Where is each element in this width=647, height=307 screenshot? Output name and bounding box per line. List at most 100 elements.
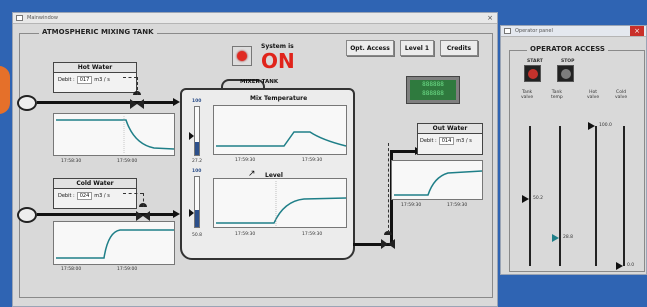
level-trend-line (216, 197, 347, 224)
operator-panel-title: OPERATOR ACCESS (527, 45, 608, 53)
mix-temp-bar-fill (195, 141, 199, 155)
hot-water-valve-icon[interactable] (130, 91, 144, 109)
slider-handle-icon[interactable] (522, 194, 529, 203)
operator-window-titlebar[interactable]: Operator panel × (501, 26, 646, 37)
digital-display-text: 888888 888888 (410, 80, 456, 100)
level-bar (194, 176, 200, 228)
cold-water-trend (53, 221, 175, 265)
slider-label: Hot valve (587, 90, 600, 100)
out-water-time-1: 17:59:30 (401, 203, 422, 208)
level-pointer-icon[interactable] (189, 209, 194, 217)
hot-water-signal-line (137, 77, 138, 95)
slider-value: 28.8 (563, 235, 574, 240)
out-water-trend (391, 160, 483, 200)
hot-water-debit: Debit :017 m3 / s (58, 76, 110, 84)
out-water-debit: Debit :014 m3 / s (420, 137, 472, 145)
out-water-signal-line (388, 143, 389, 233)
slider-value: 50.2 (533, 195, 544, 201)
panel-title: ATMOSPHERIC MIXING TANK (39, 28, 157, 36)
hot-water-title: Hot Water (54, 63, 136, 73)
level-trend-plot (216, 181, 347, 227)
mix-temp-scale-top: 100 (192, 99, 202, 104)
slider-track[interactable] (529, 126, 531, 266)
operator-app-icon (504, 28, 511, 34)
mix-temp-scale-bottom: 27.2 (192, 159, 203, 164)
slider-handle-icon[interactable] (552, 234, 559, 242)
hot-water-time-2: 17:59:00 (117, 159, 138, 164)
slider-handle-icon[interactable] (616, 262, 623, 270)
mix-temp-trend-line (216, 131, 347, 147)
mix-temp-trend (213, 105, 347, 155)
app-icon (16, 15, 23, 21)
out-water-time-2: 17:59:30 (447, 203, 468, 208)
cold-water-arrow-icon (173, 210, 180, 218)
main-window-titlebar[interactable]: Mainwindow × (13, 13, 497, 24)
cold-water-trend-line (56, 229, 174, 259)
cold-water-signal-line-h (123, 193, 143, 194)
hot-water-signal-line-h (123, 77, 137, 78)
credits-button[interactable]: Credits (440, 40, 478, 56)
level1-button[interactable]: Level 1 (400, 40, 434, 56)
stop-label: STOP (561, 59, 575, 64)
slider-label: Tank valve (521, 90, 534, 100)
level-trend (213, 178, 347, 228)
level-time-2: 17:59:30 (302, 232, 323, 237)
mix-temp-time-2: 17:59:30 (302, 158, 323, 163)
tank-title: MIXER TANK (240, 79, 279, 85)
start-button[interactable] (524, 65, 541, 82)
out-water-trend-line (394, 170, 483, 196)
hot-water-trend (53, 113, 175, 156)
main-window-title: Mainwindow (27, 15, 58, 21)
hot-water-trend-line (56, 119, 175, 150)
out-water-pipe-top (390, 150, 418, 153)
slider-value: 100.0 (599, 123, 612, 128)
out-water-title: Out Water (418, 124, 482, 134)
slider-handle-icon[interactable] (588, 122, 595, 130)
mix-temp-bar (194, 106, 200, 156)
start-label: START (527, 59, 543, 64)
main-window: Mainwindow × ATMOSPHERIC MIXING TANK Sys… (12, 12, 498, 307)
cold-water-time-2: 17:59:00 (117, 267, 138, 272)
cold-water-debit: Debit :024 m3 / s (58, 192, 110, 200)
cold-water-title: Cold Water (54, 179, 136, 189)
cold-water-signal-line (143, 193, 144, 207)
hot-water-pipe (37, 101, 175, 104)
power-button-icon[interactable] (232, 46, 252, 66)
level-scale-top: 100 (192, 169, 202, 174)
operator-window: Operator panel × OPERATOR ACCESS START S… (500, 25, 647, 275)
cold-water-time-1: 17:58:00 (61, 267, 82, 272)
slider-label: Tank temp (551, 90, 563, 100)
hot-water-pump-icon (17, 95, 37, 111)
mix-temp-trend-plot (216, 131, 347, 147)
operator-close-icon[interactable]: × (630, 26, 644, 36)
slider-track[interactable] (595, 126, 597, 266)
out-water-box: Out Water Debit :014 m3 / s (417, 123, 483, 155)
level-bar-fill (195, 209, 199, 227)
cold-water-valve-icon[interactable] (136, 203, 150, 221)
operator-window-title: Operator panel (515, 28, 553, 34)
hot-water-trend-plot (56, 116, 175, 154)
system-status-value: ON (261, 49, 295, 73)
slider-track[interactable] (623, 126, 625, 266)
mix-temp-title: Mix Temperature (250, 95, 308, 102)
slider-value: 0.0 (627, 263, 635, 268)
opt-access-button[interactable]: Opt. Access (346, 40, 394, 56)
hot-water-value: 017 (76, 76, 93, 84)
stop-button[interactable] (557, 65, 574, 82)
close-icon[interactable]: × (487, 14, 493, 22)
out-water-trend-plot (394, 170, 483, 196)
level-time-1: 17:59:30 (235, 232, 256, 237)
mix-temp-time-1: 17:59:30 (235, 158, 256, 163)
cold-water-value: 024 (76, 192, 93, 200)
hot-water-arrow-icon (173, 98, 180, 106)
cold-water-pipe (37, 213, 175, 216)
hot-water-time-1: 17:58:30 (61, 159, 82, 164)
level-scale-bottom: 50.8 (192, 233, 203, 238)
out-water-value: 014 (438, 137, 455, 145)
out-water-valve-icon[interactable] (381, 231, 395, 249)
mix-temp-pointer-icon[interactable] (189, 132, 194, 140)
slider-track[interactable] (559, 126, 561, 266)
cold-water-pump-icon (17, 207, 37, 223)
digital-display: 888888 888888 (406, 76, 460, 104)
slider-label: Cold valve (615, 90, 628, 100)
